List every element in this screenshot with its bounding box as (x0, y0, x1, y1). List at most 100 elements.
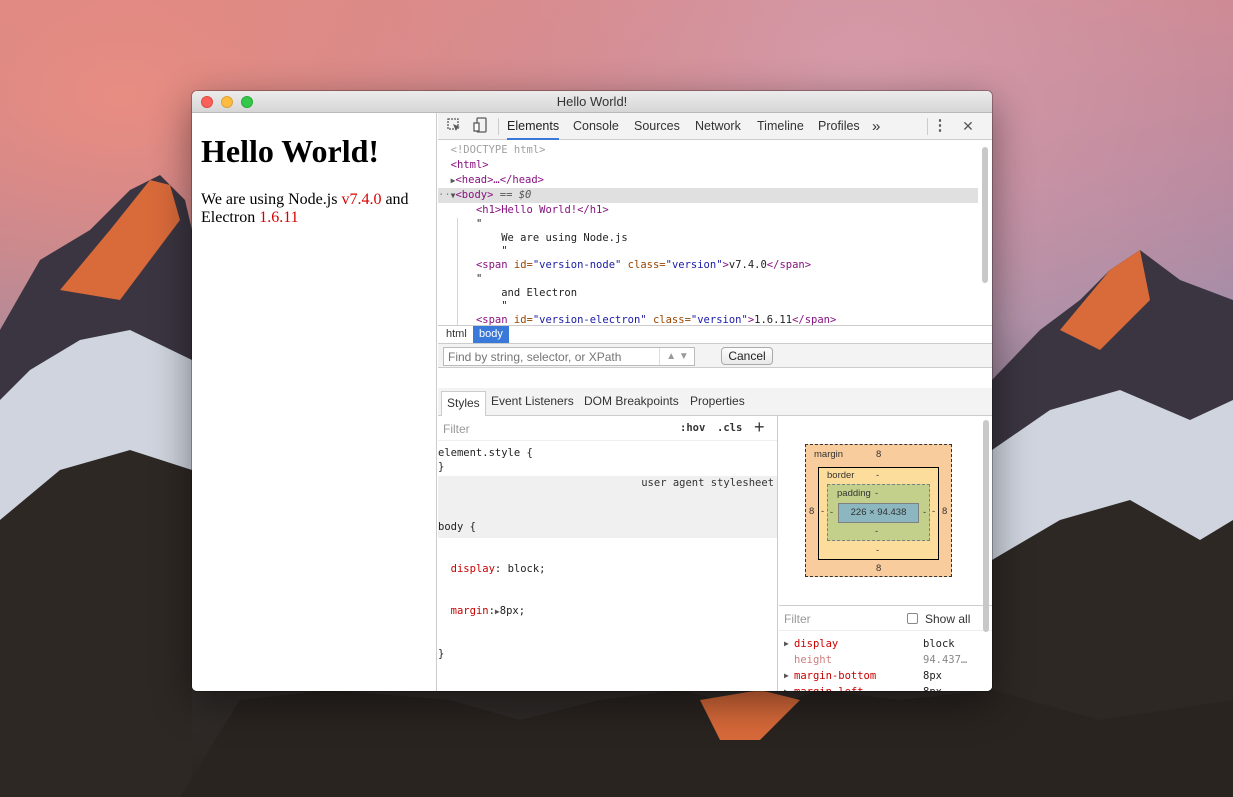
border-bottom-value: - (876, 545, 880, 556)
breadcrumb: html body (438, 325, 992, 343)
minimize-window-button[interactable] (221, 96, 233, 108)
text-node-2: and Electron (501, 287, 578, 299)
expand-icon[interactable]: ▶ (784, 636, 789, 652)
style-prop-display[interactable]: display: block; (438, 562, 777, 576)
computed-row-margin-bottom[interactable]: ▶ margin-bottom 8px (779, 668, 984, 684)
tab-elements[interactable]: Elements (507, 113, 560, 140)
quote-mark: " (475, 218, 483, 230)
computed-row-height[interactable]: height 94.437… (779, 652, 984, 668)
padding-left-value: - (830, 507, 834, 518)
device-toolbar-icon[interactable] (471, 117, 491, 135)
dom-line-doctype[interactable]: <!DOCTYPE html> (438, 143, 978, 158)
tab-sources[interactable]: Sources (634, 113, 680, 140)
app-window: Hello World! Hello World! We are using N… (192, 91, 992, 691)
sidebar-tabs: Styles Event Listeners DOM Breakpoints P… (438, 388, 992, 416)
dom-line-body-selected[interactable]: ··▼<body> == $0 (438, 188, 978, 203)
devtools-toolbar: Elements Console Sources Network Timelin… (438, 113, 992, 140)
close-window-button[interactable] (201, 96, 213, 108)
window-title: Hello World! (556, 94, 628, 109)
tab-event-listeners[interactable]: Event Listeners (491, 388, 574, 415)
border-top-value: - (876, 470, 880, 481)
selected-marker: == $0 (493, 189, 532, 201)
dom-line-h1[interactable]: <h1>Hello World!</h1> (438, 203, 978, 218)
span-text: v7.4.0 (728, 259, 767, 271)
prop-value: block; (507, 563, 546, 575)
hover-state-toggle[interactable]: :hov (680, 422, 705, 434)
span-tag: <span (475, 314, 508, 325)
computed-value: 94.437… (923, 654, 968, 666)
cancel-search-button[interactable]: Cancel (721, 347, 773, 365)
border-label: border (827, 470, 855, 481)
breadcrumb-html[interactable]: html (440, 326, 473, 343)
tab-properties[interactable]: Properties (690, 388, 745, 415)
margin-left-value: 8 (809, 506, 815, 517)
attr-class-value: "version" (690, 314, 748, 325)
quote-mark: " (475, 273, 483, 285)
padding-right-value: - (923, 507, 927, 518)
computed-name: height (794, 654, 832, 666)
close-brace: } (438, 648, 445, 660)
zoom-window-button[interactable] (241, 96, 253, 108)
tab-console[interactable]: Console (573, 113, 619, 140)
close-brace: } (438, 461, 445, 473)
dom-search-input[interactable] (443, 347, 695, 366)
head-tag: <head>…</head> (455, 174, 544, 186)
dom-line-span-electron[interactable]: <span id="version-electron" class="versi… (438, 313, 978, 325)
more-tabs-button[interactable]: » (872, 113, 880, 140)
dom-line-head[interactable]: ▶<head>…</head> (438, 173, 978, 188)
devtools-panel: Elements Console Sources Network Timelin… (438, 113, 992, 691)
body-ua-rule[interactable]: user agent stylesheet body { display: bl… (438, 476, 777, 660)
computed-row-margin-left[interactable]: ▶ margin-left 8px (779, 684, 984, 691)
prop-name: margin (450, 605, 489, 617)
attr-id: id= (507, 259, 533, 271)
close-devtools-icon[interactable]: ✕ (958, 117, 978, 135)
computed-value: 8px (923, 684, 942, 691)
tab-dom-breakpoints[interactable]: DOM Breakpoints (584, 388, 679, 415)
sidebar-scrollbar[interactable] (983, 420, 989, 632)
element-style-rule[interactable]: element.style {} (438, 446, 777, 474)
body-selector: body { (438, 521, 476, 533)
search-nav-arrows[interactable]: ▲ ▼ (659, 348, 695, 365)
tab-styles[interactable]: Styles (441, 391, 486, 416)
style-prop-margin[interactable]: margin:▶8px; (438, 604, 777, 619)
toolbar-divider (927, 118, 928, 135)
text-node-1: We are using Node.js (501, 232, 628, 244)
add-rule-icon[interactable]: + (754, 417, 765, 438)
toolbar-divider (498, 118, 499, 135)
dom-line-span-node[interactable]: <span id="version-node" class="version">… (438, 258, 978, 273)
computed-name: display (794, 638, 839, 650)
box-model-padding[interactable]: padding - - - - 226 × 94.438 (827, 484, 930, 541)
attr-id-value: "version-node" (532, 259, 622, 271)
dom-scrollbar[interactable] (982, 147, 988, 283)
rule-source: user agent stylesheet (641, 477, 774, 489)
dom-line-html[interactable]: <html> (438, 158, 978, 173)
box-model-margin[interactable]: margin 8 8 8 8 border - - - - padding - … (805, 444, 952, 577)
expand-icon[interactable]: ▶ (784, 668, 789, 684)
class-toggle[interactable]: .cls (717, 422, 742, 434)
breadcrumb-body[interactable]: body (473, 326, 509, 343)
styles-filter-input[interactable]: Filter (443, 422, 470, 436)
attr-class: class= (646, 314, 691, 325)
span-end-tag: </span> (792, 314, 837, 325)
computed-name: margin-left (794, 684, 864, 691)
computed-filter-input[interactable]: Filter (784, 612, 811, 626)
computed-name: margin-bottom (794, 670, 877, 682)
doctype-text: <!DOCTYPE html> (450, 144, 546, 156)
margin-bottom-value: 8 (876, 563, 882, 574)
span-end-tag: </span> (766, 259, 812, 271)
customize-menu-icon[interactable]: ⋮ (930, 117, 950, 135)
tab-profiles[interactable]: Profiles (818, 113, 860, 140)
box-model-content[interactable]: 226 × 94.438 (838, 503, 919, 523)
tab-timeline[interactable]: Timeline (757, 113, 804, 140)
inspect-element-icon[interactable] (444, 117, 464, 135)
computed-row-display[interactable]: ▶ display block (779, 636, 984, 652)
dom-line-quote: " (438, 217, 978, 232)
body-tag: <body> (455, 189, 494, 201)
show-all-checkbox[interactable] (907, 613, 918, 624)
title-bar: Hello World! (192, 91, 992, 113)
expand-icon[interactable]: ▶ (784, 684, 789, 691)
box-model-pane: margin 8 8 8 8 border - - - - padding - … (779, 416, 992, 691)
tab-network[interactable]: Network (695, 113, 741, 140)
dom-tree: <!DOCTYPE html> <html> ▶<head>…</head> ·… (438, 141, 992, 325)
box-model-border[interactable]: border - - - - padding - - - - 226 × 94.… (818, 467, 939, 560)
